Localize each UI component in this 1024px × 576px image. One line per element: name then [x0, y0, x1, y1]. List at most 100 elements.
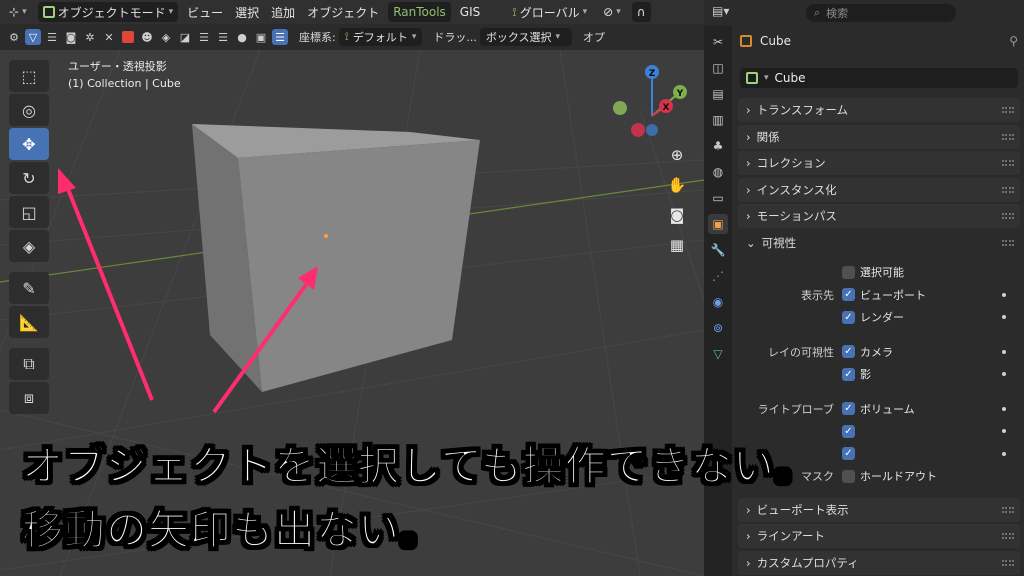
snap-toggle[interactable]: ∩	[631, 2, 651, 22]
keyframe-dot[interactable]	[1002, 429, 1006, 433]
shadow-checkbox[interactable]: ✓	[842, 367, 855, 381]
section-custom-properties[interactable]: › カスタムプロパティ	[738, 550, 1020, 575]
drag-handle-icon[interactable]	[1002, 107, 1014, 113]
hand-icon[interactable]: ✋	[664, 172, 690, 198]
menu-rantools[interactable]: RanTools	[388, 2, 451, 22]
menu-icon[interactable]: ☰	[272, 29, 288, 45]
view-layer-tab-icon[interactable]: ▥	[708, 110, 728, 130]
measure-tool[interactable]: 📐	[9, 306, 49, 338]
transform-orientation-dropdown[interactable]: ⟟ グローバル ▾	[507, 2, 592, 22]
viewport-checkbox[interactable]: ✓	[842, 288, 855, 302]
section-transform[interactable]: › トランスフォーム	[738, 98, 1020, 122]
drag-handle-icon[interactable]	[1002, 133, 1014, 140]
tool-tab-icon[interactable]: ✂	[708, 32, 728, 52]
cursor-tool[interactable]: ◎	[9, 94, 49, 126]
section-instancing[interactable]: › インスタンス化	[738, 177, 1020, 202]
navigation-gizmo[interactable]: Z Y X	[613, 65, 687, 137]
monkey-icon[interactable]: ☻	[139, 29, 155, 45]
image-icon[interactable]: ▣	[253, 29, 269, 45]
data-tab-icon[interactable]: ▽	[708, 344, 728, 364]
empty-icon[interactable]: ✕	[101, 29, 117, 45]
collection-tab-icon[interactable]: ▭	[708, 188, 728, 208]
gizmo-neg-x[interactable]	[631, 123, 645, 137]
keyframe-dot[interactable]	[1002, 349, 1006, 354]
physics-tab-icon[interactable]: ◉	[708, 292, 728, 312]
overlay-icon[interactable]: ◈	[158, 29, 174, 45]
editor-type-icon[interactable]: ▤▾	[712, 4, 729, 18]
section-visibility[interactable]: ⌄ 可視性	[738, 230, 1020, 255]
drag-handle-icon[interactable]	[1002, 160, 1014, 166]
menu-select[interactable]: 選択	[232, 4, 262, 21]
solid-icon[interactable]: ☰	[215, 29, 231, 45]
add-cube-tool[interactable]: ⧉	[9, 348, 49, 380]
gizmo-neg-z[interactable]	[646, 124, 658, 136]
rotate-tool[interactable]: ↻	[9, 162, 49, 194]
menu-add[interactable]: 追加	[268, 4, 298, 21]
keyframe-dot[interactable]	[1002, 451, 1006, 456]
drag-handle-icon[interactable]	[1002, 506, 1014, 513]
object-tab-icon[interactable]: ▣	[708, 214, 728, 234]
annotate-tool[interactable]: ✎	[9, 272, 49, 304]
section-line-art[interactable]: › ラインアート	[738, 524, 1020, 548]
holdout-checkbox[interactable]	[842, 469, 855, 483]
drag-handle-icon[interactable]	[1002, 533, 1014, 539]
menu-object[interactable]: オブジェクト	[304, 4, 382, 21]
zoom-icon[interactable]: ⊕	[664, 142, 690, 168]
camera-icon[interactable]: ◙	[63, 29, 79, 45]
drag-handle-icon[interactable]	[1002, 213, 1014, 219]
editor-type-button[interactable]: ⊹ ▾	[4, 2, 32, 22]
keyframe-dot[interactable]	[1002, 372, 1006, 376]
scale-tool[interactable]: ◱	[9, 196, 49, 228]
rotate-icon: ↻	[22, 168, 36, 188]
drag-handle-icon[interactable]	[1002, 239, 1014, 246]
menu-gis[interactable]: GIS	[457, 5, 483, 19]
chevron-down-icon: ▾	[411, 32, 417, 42]
drag-handle-icon[interactable]	[1002, 186, 1014, 193]
move-tool[interactable]: ✥	[9, 128, 49, 160]
properties-search[interactable]: ⌕ 検索	[806, 4, 956, 22]
coord-dropdown[interactable]: ⟟ デフォルト ▾	[338, 28, 423, 46]
pin-icon[interactable]: ⚲	[1009, 34, 1018, 48]
mode-dropdown[interactable]: オブジェクトモード ▾	[37, 2, 179, 22]
object-name-field[interactable]: ▾ Cube	[740, 68, 1018, 88]
probe-checkbox-2[interactable]: ✓	[842, 424, 855, 438]
wireframe-icon[interactable]: ☰	[196, 29, 212, 45]
transform-tool[interactable]: ◈	[9, 230, 49, 262]
render-tab-icon[interactable]: ◫	[708, 58, 728, 78]
xray-icon[interactable]: ◪	[177, 29, 193, 45]
section-viewport-display[interactable]: › ビューポート表示	[738, 497, 1020, 522]
options-label[interactable]: オプ	[583, 29, 605, 45]
gear-icon[interactable]: ⚙	[6, 29, 22, 45]
render-checkbox[interactable]: ✓	[842, 310, 855, 324]
light-icon[interactable]: ✲	[82, 29, 98, 45]
output-tab-icon[interactable]: ▤	[708, 84, 728, 104]
keyframe-dot[interactable]	[1002, 406, 1006, 411]
select-box-tool[interactable]: ⬚	[9, 60, 49, 92]
scene-tab-icon[interactable]: ♣	[708, 136, 728, 156]
pivot-dropdown[interactable]: ⊘ ▾	[598, 2, 626, 22]
volume-checkbox[interactable]: ✓	[842, 402, 855, 416]
keyframe-dot[interactable]	[1002, 292, 1006, 297]
world-tab-icon[interactable]: ◍	[708, 162, 728, 182]
gizmo-neg-y[interactable]	[613, 101, 627, 115]
menu-view[interactable]: ビュー	[184, 4, 226, 21]
section-relations[interactable]: › 関係	[738, 124, 1020, 149]
material-icon[interactable]: ●	[234, 29, 250, 45]
keyframe-dot[interactable]	[1002, 315, 1006, 319]
grid-view-icon[interactable]: ▦	[664, 232, 690, 258]
extrude-tool[interactable]: ⧈	[9, 382, 49, 414]
constraints-tab-icon[interactable]: ⊚	[708, 318, 728, 338]
probe-checkbox-3[interactable]: ✓	[842, 447, 855, 461]
selectable-checkbox[interactable]	[842, 265, 855, 279]
filter-icon[interactable]: ▽	[25, 29, 41, 45]
drag-dropdown[interactable]: ボックス選択 ▾	[479, 28, 572, 46]
modifier-tab-icon[interactable]: 🔧	[708, 240, 728, 260]
drag-handle-icon[interactable]	[1002, 559, 1014, 566]
section-motion-paths[interactable]: › モーションパス	[738, 204, 1020, 228]
camera-checkbox[interactable]: ✓	[842, 345, 855, 359]
camera-view-icon[interactable]: ◙	[664, 202, 690, 228]
section-collection[interactable]: › コレクション	[738, 151, 1020, 175]
particles-tab-icon[interactable]: ⋰	[708, 266, 728, 286]
red-square-icon[interactable]	[120, 29, 136, 45]
list-icon[interactable]: ☰	[44, 29, 60, 45]
